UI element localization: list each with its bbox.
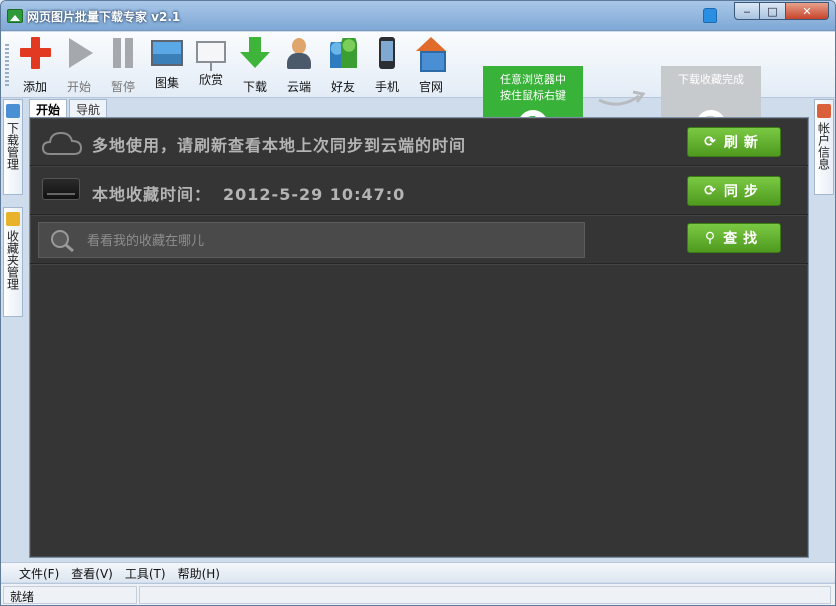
sync-button[interactable]: ⟳ 同步 bbox=[687, 176, 781, 206]
toolbar-add-label: 添加 bbox=[22, 80, 47, 94]
side-tab-download-manager[interactable]: 下载管理 bbox=[3, 99, 23, 195]
slideshow-board-icon bbox=[196, 41, 226, 71]
plus-icon bbox=[19, 36, 51, 70]
toolbar-appreciate-label: 欣赏 bbox=[198, 73, 223, 87]
window-controls: ‒ □ ✕ bbox=[734, 2, 829, 20]
tab-navigation[interactable]: 导航 bbox=[69, 99, 108, 117]
search-icon: ⚲ bbox=[704, 230, 716, 246]
status-text: 就绪 bbox=[3, 586, 137, 604]
toolbar-website-label: 官网 bbox=[418, 80, 443, 94]
app-window: 网页图片批量下载专家 v2.1 ‒ □ ✕ 添加 开始 暂停 图集 欣赏 下载 … bbox=[0, 0, 836, 606]
status-bar-extra bbox=[139, 586, 831, 604]
toolbar-friends-button[interactable]: 好友 bbox=[323, 36, 363, 94]
document-tabs: 开始 导航 bbox=[29, 99, 109, 117]
menu-help[interactable]: 帮助(H) bbox=[172, 563, 226, 582]
users-icon bbox=[817, 104, 831, 118]
toolbar-friends-label: 好友 bbox=[330, 80, 355, 94]
find-button-label: 查找 bbox=[723, 231, 764, 247]
toolbar-pause-label: 暂停 bbox=[110, 80, 135, 94]
magnifier-icon bbox=[51, 230, 74, 253]
toolbar-pause-button[interactable]: 暂停 bbox=[103, 36, 143, 94]
toolbar-download-button[interactable]: 下载 bbox=[235, 36, 275, 94]
refresh-button[interactable]: ⟳ 刷新 bbox=[687, 127, 781, 157]
toolbar-gallery-button[interactable]: 图集 bbox=[147, 36, 187, 94]
phone-icon bbox=[371, 36, 403, 70]
local-time-label: 本地收藏时间： bbox=[92, 185, 212, 204]
menu-tools[interactable]: 工具(T) bbox=[119, 563, 172, 582]
local-time-text: 本地收藏时间： 2012-5-29 10:47:0 bbox=[92, 181, 405, 205]
minimize-button[interactable]: ‒ bbox=[734, 2, 760, 20]
side-tab-download-manager-label: 下载管理 bbox=[5, 122, 20, 170]
download-manager-icon bbox=[6, 104, 20, 118]
gallery-icon bbox=[151, 40, 183, 66]
toolbar-appreciate-button[interactable]: 欣赏 bbox=[191, 36, 231, 94]
menu-file[interactable]: 文件(F) bbox=[13, 563, 65, 582]
local-timestamp: 2012-5-29 10:47:0 bbox=[223, 185, 406, 204]
favorites-pencil-icon bbox=[6, 212, 20, 226]
curved-arrow-icon bbox=[598, 90, 646, 106]
main-toolbar: 添加 开始 暂停 图集 欣赏 下载 云端 好友 手机 官网 任意浏览器中 按住鼠… bbox=[1, 32, 835, 131]
side-tab-favorites-manager[interactable]: 收藏夹管理 bbox=[3, 207, 23, 317]
toolbar-phone-label: 手机 bbox=[374, 80, 399, 94]
cloud-icon bbox=[42, 131, 82, 155]
side-tab-favorites-manager-label: 收藏夹管理 bbox=[5, 230, 20, 290]
sync-hint-text: 多地使用，请刷新查看本地上次同步到云端的时间 bbox=[92, 136, 467, 155]
skin-shirt-icon[interactable] bbox=[703, 8, 717, 23]
step-1-line1: 任意浏览器中 bbox=[500, 73, 566, 86]
sync-button-label: 同步 bbox=[723, 184, 764, 200]
friends-icon bbox=[327, 36, 359, 70]
refresh-button-label: 刷新 bbox=[723, 135, 764, 151]
hard-disk-icon bbox=[42, 178, 80, 200]
title-bar[interactable]: 网页图片批量下载专家 v2.1 ‒ □ ✕ bbox=[1, 1, 835, 31]
search-box[interactable] bbox=[38, 222, 585, 258]
toolbar-start-button[interactable]: 开始 bbox=[59, 36, 99, 94]
window-title: 网页图片批量下载专家 v2.1 bbox=[27, 10, 181, 24]
toolbar-cloud-label: 云端 bbox=[286, 80, 311, 94]
sync-icon: ⟳ bbox=[704, 183, 716, 199]
play-icon bbox=[63, 36, 95, 70]
toolbar-start-label: 开始 bbox=[66, 80, 91, 94]
pause-icon bbox=[107, 36, 139, 70]
download-arrow-icon bbox=[239, 36, 271, 70]
toolbar-cloud-button[interactable]: 云端 bbox=[279, 36, 319, 94]
search-input[interactable] bbox=[87, 231, 567, 251]
tab-start[interactable]: 开始 bbox=[29, 99, 68, 117]
start-panel: 多地使用，请刷新查看本地上次同步到云端的时间 ⟳ 刷新 本地收藏时间： 2012-… bbox=[29, 117, 809, 558]
sync-time-row: 多地使用，请刷新查看本地上次同步到云端的时间 ⟳ 刷新 bbox=[30, 118, 808, 166]
status-bar: 就绪 bbox=[1, 583, 835, 605]
search-row: ⚲ 查找 bbox=[30, 216, 808, 264]
local-time-row: 本地收藏时间： 2012-5-29 10:47:0 ⟳ 同步 bbox=[30, 167, 808, 215]
person-icon bbox=[283, 36, 315, 70]
toolbar-phone-button[interactable]: 手机 bbox=[367, 36, 407, 94]
home-icon bbox=[415, 36, 447, 72]
toolbar-download-label: 下载 bbox=[242, 80, 267, 94]
maximize-button[interactable]: □ bbox=[760, 2, 786, 20]
toolbar-website-button[interactable]: 官网 bbox=[411, 36, 451, 94]
app-logo-icon bbox=[7, 9, 23, 23]
toolbar-gallery-label: 图集 bbox=[154, 76, 179, 90]
step-2-hint: 下载收藏完成 2 bbox=[661, 66, 761, 131]
refresh-icon: ⟳ bbox=[704, 134, 716, 150]
find-button[interactable]: ⚲ 查找 bbox=[687, 223, 781, 253]
toolbar-add-button[interactable]: 添加 bbox=[15, 36, 55, 94]
step-1-hint: 任意浏览器中 按住鼠标右键 1 bbox=[483, 66, 583, 131]
menu-bar: 文件(F) 查看(V) 工具(T) 帮助(H) bbox=[1, 562, 835, 582]
side-tab-account-info-label: 帐户信息 bbox=[816, 122, 831, 170]
step-1-line2: 按住鼠标右键 bbox=[500, 89, 566, 102]
step-2-line1: 下载收藏完成 bbox=[678, 73, 744, 86]
toolbar-grip[interactable] bbox=[5, 44, 9, 88]
close-button[interactable]: ✕ bbox=[786, 2, 829, 20]
side-tab-account-info[interactable]: 帐户信息 bbox=[814, 99, 834, 195]
menu-view[interactable]: 查看(V) bbox=[65, 563, 119, 582]
